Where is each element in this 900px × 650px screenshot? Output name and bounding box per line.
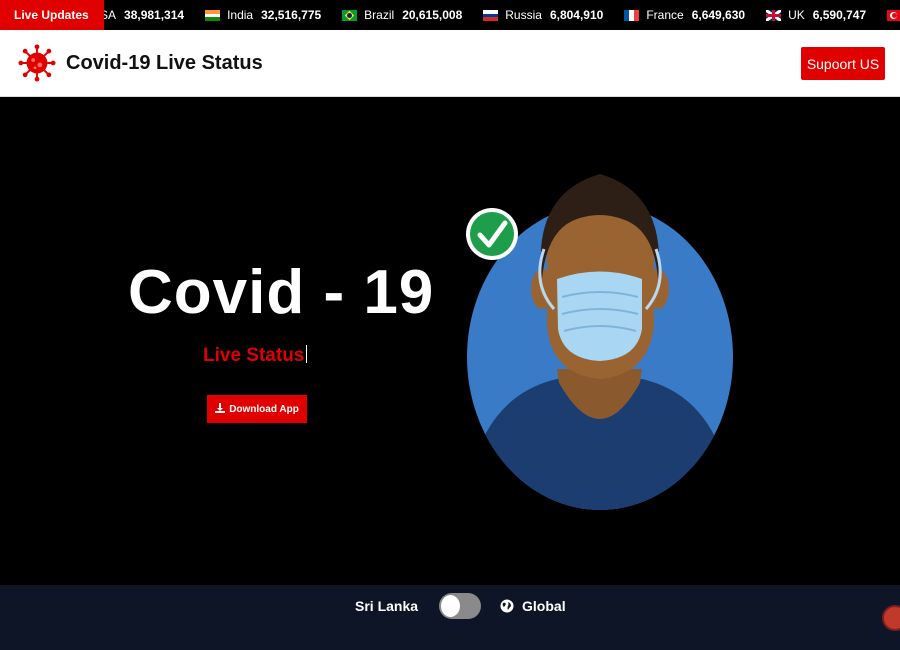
turkey-flag-icon — [887, 9, 900, 21]
ticker-count: 6,649,630 — [691, 8, 746, 22]
russia-flag-icon — [483, 9, 499, 21]
hero-title: Covid - 19 — [128, 258, 435, 327]
ticker-country: India — [227, 8, 254, 22]
ticker-item-russia: Russia 6,804,910 — [483, 8, 603, 22]
ticker-country: UK — [788, 8, 805, 22]
uk-flag-icon — [766, 9, 782, 21]
typing-caret — [306, 345, 308, 363]
ticker-track: SA 38,981,314 India 32,516,775 Brazil 20,615,… — [100, 0, 900, 30]
region-toggle-group: Sri Lanka Global — [355, 593, 566, 619]
ticker-item-india: India 32,516,775 — [205, 8, 321, 22]
site-header: Covid-19 Live Status Supoort US — [0, 30, 900, 97]
hero-subtitle: Live Status — [203, 345, 308, 367]
brand-title[interactable]: Covid-19 Live Status — [66, 52, 263, 75]
hero-subtitle-text: Live Status — [203, 345, 305, 366]
download-app-button[interactable]: Download App — [207, 395, 307, 423]
ticker-country: Brazil — [364, 8, 395, 22]
ticker-item-turkey: Turkey6,253,711 — [887, 8, 900, 22]
region-toggle-switch[interactable] — [439, 593, 482, 619]
region-toggle-bar: Sri Lanka Global — [0, 585, 900, 650]
live-updates-label: Live Updates — [0, 0, 104, 30]
ticker-count: 38,981,314 — [124, 8, 185, 22]
global-option[interactable]: Global — [522, 598, 566, 614]
globe-icon — [500, 599, 514, 613]
ticker-count: 20,615,008 — [402, 8, 463, 22]
chat-widget-button[interactable] — [882, 605, 900, 631]
ticker-count: 32,516,775 — [261, 8, 322, 22]
ticker-item-france: France 6,649,630 — [624, 8, 745, 22]
virus-icon[interactable] — [18, 43, 56, 83]
masked-person-illustration — [466, 174, 733, 510]
ticker-item-sa: SA 38,981,314 — [100, 8, 184, 22]
hero-section: Covid - 19 Live Status Download App — [0, 97, 900, 585]
ticker-count: 6,590,747 — [812, 8, 867, 22]
ticker-country: France — [646, 8, 684, 22]
ticker-country: Russia — [505, 8, 542, 22]
india-flag-icon — [205, 9, 221, 21]
support-us-button[interactable]: Supoort US — [801, 47, 885, 80]
download-icon — [215, 402, 226, 416]
france-flag-icon — [624, 9, 640, 21]
toggle-knob — [441, 595, 461, 617]
brazil-flag-icon — [342, 9, 358, 21]
sri-lanka-option[interactable]: Sri Lanka — [355, 598, 418, 614]
download-app-label: Download App — [229, 403, 299, 415]
ticker-item-uk: UK 6,590,747 — [766, 8, 866, 22]
ticker-item-brazil: Brazil 20,615,008 — [342, 8, 462, 22]
ticker-count: 6,804,910 — [549, 8, 604, 22]
live-updates-ticker: Live Updates SA 38,981,314 India 32,516,775… — [0, 0, 900, 30]
